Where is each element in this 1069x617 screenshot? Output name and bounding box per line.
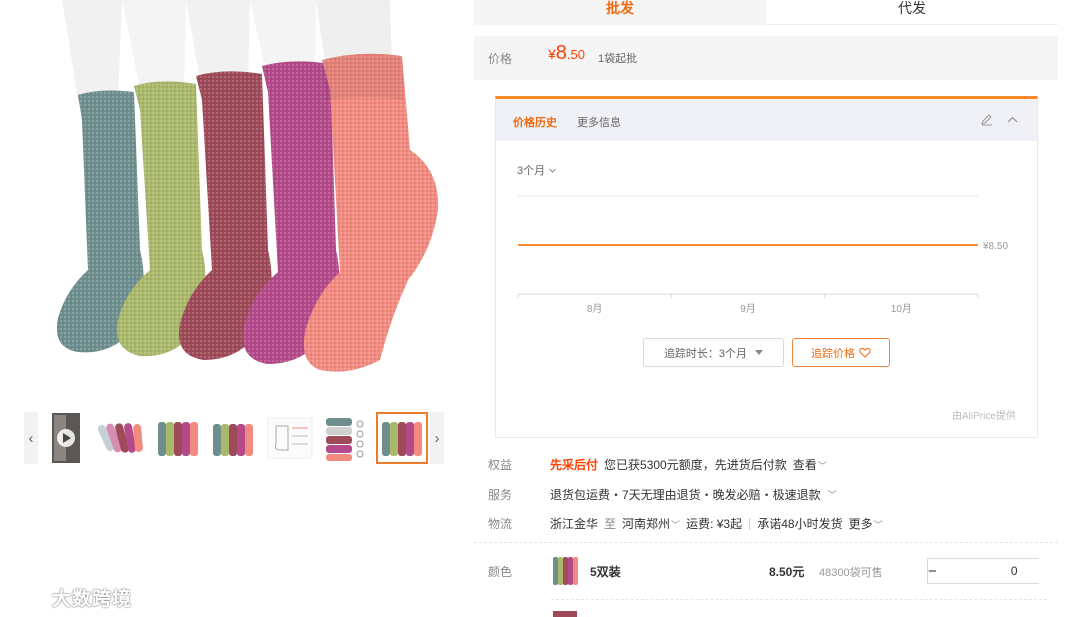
purchase-mode-tabs: 批发 代发 <box>474 0 1058 25</box>
rights-body: 先采后付 您已获5300元额度，先进货后付款 查看﹀ <box>550 456 827 473</box>
pencil-icon[interactable] <box>980 113 993 126</box>
divider <box>551 599 1047 600</box>
ship-from: 浙江金华 <box>550 516 599 531</box>
quantity-input[interactable] <box>936 559 1069 583</box>
track-price-label: 追踪价格 <box>811 347 855 360</box>
service-text: 退货包运费・7天无理由退货・晚发必赔・极速退款 <box>550 487 821 502</box>
sku-stock: 48300袋可售 <box>819 567 883 579</box>
range-select-value: 3个月 <box>517 165 546 177</box>
logistics-more-link[interactable]: 更多﹀ <box>849 515 883 532</box>
chevron-down-icon <box>549 168 556 173</box>
tab-price-history[interactable]: 价格历史 <box>513 114 557 130</box>
thumbnail-image <box>158 422 198 456</box>
logistics-label: 物流 <box>488 516 513 531</box>
track-price-button[interactable]: 追踪价格 <box>792 338 890 367</box>
thumbnail-6[interactable] <box>320 412 372 464</box>
price-value: ¥8.50 <box>548 42 585 65</box>
logistics-body: 浙江金华 至 河南郑州﹀ 运费: ¥3起 | 承诺48小时发货 更多﹀ <box>550 515 883 532</box>
ship-promise: 承诺48小时发货 <box>757 516 843 531</box>
quantity-stepper: − + <box>927 558 1069 584</box>
track-duration-label: 追踪时长：3个月 <box>663 347 748 360</box>
chevron-up-icon[interactable] <box>1006 113 1019 126</box>
rights-view-link[interactable]: 查看﹀ <box>793 456 827 473</box>
watermark-text: 大数跨境 <box>52 589 133 610</box>
thumbnail-5[interactable] <box>264 412 316 464</box>
chart-end-label: ¥8.50 <box>982 241 1008 252</box>
price-history-panel: 价格历史 更多信息 3个月 8月 9月 10月 ¥8.50 追踪时长：3个月 追踪价… <box>495 96 1038 438</box>
watermark: 大数跨境 <box>8 584 132 611</box>
price-history-header: 价格历史 更多信息 <box>496 99 1037 141</box>
minimum-order: 1袋起批 <box>598 53 638 65</box>
thumbnail-3[interactable] <box>152 412 204 464</box>
thumbnail-4[interactable] <box>208 412 260 464</box>
divider <box>474 542 1058 543</box>
price-currency: ¥ <box>548 46 556 62</box>
tab-dropship[interactable]: 代发 <box>766 0 1058 25</box>
ship-to-select[interactable]: 河南郑州﹀ <box>622 515 680 532</box>
sku-thumbnail-next[interactable] <box>551 611 579 617</box>
rights-view-label: 查看 <box>792 457 817 472</box>
track-duration-select[interactable]: 追踪时长：3个月 <box>643 338 784 367</box>
thumbnail-video[interactable] <box>40 412 92 464</box>
rights-text: 您已获5300元额度，先进货后付款 <box>604 457 787 472</box>
logistics-more-label: 更多 <box>848 516 873 531</box>
product-main-image[interactable] <box>0 0 470 400</box>
x-tick-label: 8月 <box>587 303 603 315</box>
quantity-minus-button[interactable]: − <box>928 559 937 583</box>
thumbnail-image <box>213 424 253 456</box>
provider-credit: 由AliPrice提供 <box>952 411 1016 422</box>
separator: | <box>748 516 752 530</box>
range-select[interactable]: 3个月 <box>517 162 557 178</box>
x-tick-label: 10月 <box>891 303 912 315</box>
sku-color-label: 颜色 <box>488 565 513 579</box>
socks-illustration <box>56 0 439 372</box>
thumbnail-image <box>98 423 143 453</box>
price-integer: 8 <box>555 42 567 64</box>
thumbnail-2[interactable] <box>96 412 148 464</box>
price-decimal: .50 <box>566 47 585 62</box>
x-tick-label: 9月 <box>740 303 756 315</box>
chevron-down-icon: ﹀ <box>873 519 883 530</box>
thumbnail-prev-button[interactable]: ‹ <box>24 412 38 464</box>
sku-price: 8.50元 <box>769 565 805 579</box>
thumbnail-7-selected[interactable] <box>376 412 428 464</box>
x-axis-ticks: 8月 9月 10月 <box>517 294 979 315</box>
caret-down-icon <box>755 349 764 355</box>
price-row: 价格 ¥8.50 1袋起批 <box>474 36 1058 80</box>
sku-name: 5双装 <box>590 565 621 579</box>
tab-more-info[interactable]: 更多信息 <box>577 114 621 130</box>
thumbnail-image <box>326 418 364 461</box>
heart-icon <box>859 347 871 358</box>
ship-to-word: 至 <box>604 516 617 531</box>
chevron-down-icon: ﹀ <box>817 460 827 471</box>
thumbnail-image <box>382 422 422 456</box>
tab-wholesale[interactable]: 批发 <box>474 0 766 25</box>
service-label: 服务 <box>488 487 513 502</box>
price-history-chart: 8月 9月 10月 ¥8.50 <box>517 195 1008 315</box>
chevron-down-icon: ﹀ <box>827 489 837 500</box>
sku-thumbnail[interactable] <box>551 555 581 587</box>
thumbnail-strip: ‹ › <box>24 410 444 466</box>
video-thumbnail-image <box>52 413 80 463</box>
thumbnail-next-button[interactable]: › <box>430 412 444 464</box>
pay-later-badge: 先采后付 <box>550 457 599 472</box>
ship-to-value: 河南郑州 <box>622 516 671 531</box>
price-label: 价格 <box>488 51 513 66</box>
service-body[interactable]: 退货包运费・7天无理由退货・晚发必赔・极速退款 ﹀ <box>550 486 837 503</box>
rights-label: 权益 <box>488 457 513 472</box>
chevron-down-icon: ﹀ <box>671 519 681 530</box>
size-chart-thumbnail <box>267 417 313 459</box>
shipping-fee: 运费: ¥3起 <box>686 516 743 531</box>
watermark-logo-icon <box>10 590 43 608</box>
